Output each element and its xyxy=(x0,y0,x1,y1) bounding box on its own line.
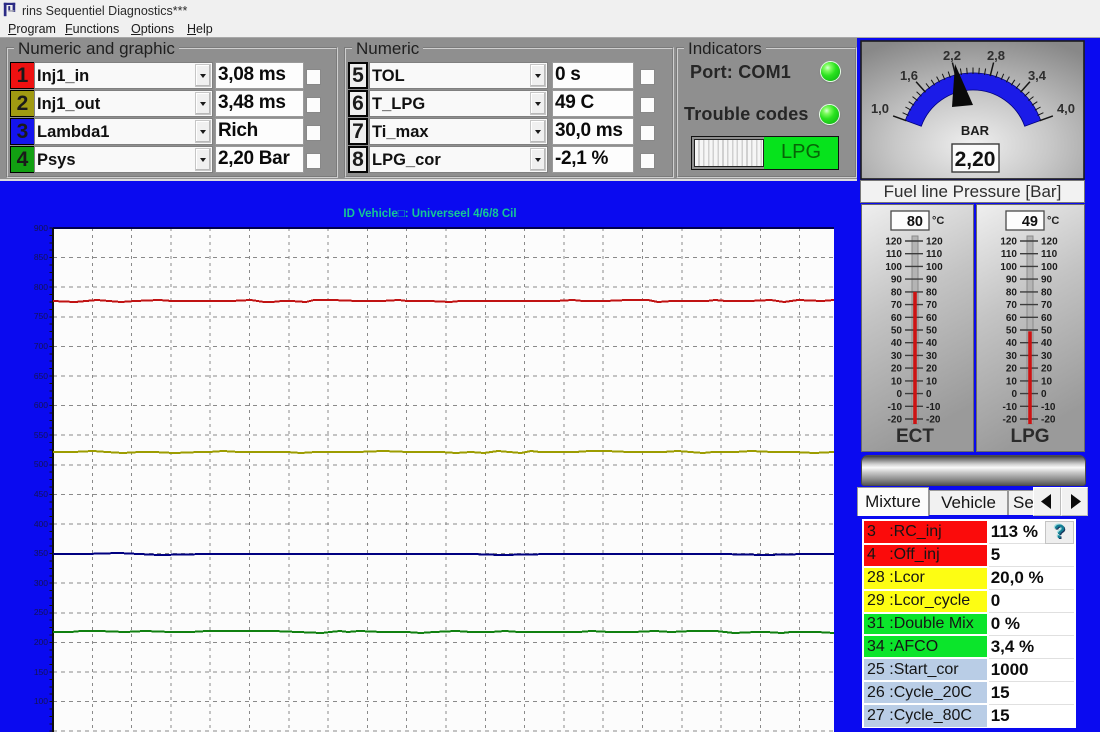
svg-text:0: 0 xyxy=(1041,389,1047,400)
svg-text:2,8: 2,8 xyxy=(987,48,1005,63)
svg-text:60: 60 xyxy=(1041,313,1053,324)
svg-text:30: 30 xyxy=(891,351,903,362)
svg-text:°C: °C xyxy=(1047,215,1059,227)
svg-text:4,0: 4,0 xyxy=(1057,101,1075,116)
svg-text:100: 100 xyxy=(1041,262,1058,273)
svg-text:2,20: 2,20 xyxy=(955,148,996,171)
svg-text:80: 80 xyxy=(891,287,903,298)
svg-text:40: 40 xyxy=(1006,338,1018,349)
svg-text:80: 80 xyxy=(1041,287,1053,298)
svg-text:100: 100 xyxy=(1000,262,1017,273)
svg-text:-10: -10 xyxy=(1041,402,1056,413)
svg-text:30: 30 xyxy=(1006,351,1018,362)
svg-text:20: 20 xyxy=(1006,364,1018,375)
svg-text:40: 40 xyxy=(891,338,903,349)
svg-text:110: 110 xyxy=(926,249,943,260)
svg-text:90: 90 xyxy=(891,275,903,286)
svg-text:90: 90 xyxy=(1041,275,1053,286)
svg-text:30: 30 xyxy=(1041,351,1053,362)
svg-text:50: 50 xyxy=(1006,326,1018,337)
svg-text:100: 100 xyxy=(885,262,902,273)
svg-text:LPG: LPG xyxy=(1010,426,1049,447)
svg-text:10: 10 xyxy=(1041,376,1053,387)
svg-text:BAR: BAR xyxy=(961,123,990,138)
svg-text:110: 110 xyxy=(1001,249,1018,260)
svg-text:ECT: ECT xyxy=(896,426,934,447)
svg-text:80: 80 xyxy=(926,287,938,298)
svg-text:60: 60 xyxy=(926,313,938,324)
svg-text:-10: -10 xyxy=(926,402,941,413)
svg-text:110: 110 xyxy=(886,249,903,260)
svg-text:60: 60 xyxy=(891,313,903,324)
svg-text:120: 120 xyxy=(1041,237,1058,248)
svg-text:20: 20 xyxy=(926,364,938,375)
svg-text:100: 100 xyxy=(926,262,943,273)
svg-text:20: 20 xyxy=(891,364,903,375)
svg-text:-10: -10 xyxy=(1003,402,1018,413)
svg-text:0: 0 xyxy=(896,389,902,400)
svg-text:120: 120 xyxy=(885,237,902,248)
svg-text:50: 50 xyxy=(926,326,938,337)
svg-text:90: 90 xyxy=(926,275,938,286)
svg-text:49: 49 xyxy=(1022,214,1038,230)
svg-text:40: 40 xyxy=(1041,338,1053,349)
svg-text:0: 0 xyxy=(926,389,932,400)
svg-text:3,4: 3,4 xyxy=(1028,68,1047,83)
svg-text:2,2: 2,2 xyxy=(943,48,961,63)
svg-text:0: 0 xyxy=(1011,389,1017,400)
svg-text:120: 120 xyxy=(926,237,943,248)
svg-text:°C: °C xyxy=(932,215,944,227)
svg-text:70: 70 xyxy=(1041,300,1053,311)
svg-text:-20: -20 xyxy=(926,415,941,426)
svg-text:30: 30 xyxy=(926,351,938,362)
svg-text:70: 70 xyxy=(1006,300,1018,311)
svg-text:10: 10 xyxy=(926,376,938,387)
svg-text:-20: -20 xyxy=(1041,415,1056,426)
svg-text:80: 80 xyxy=(1006,287,1018,298)
svg-text:-10: -10 xyxy=(888,402,903,413)
svg-text:120: 120 xyxy=(1000,237,1017,248)
svg-text:50: 50 xyxy=(891,326,903,337)
svg-text:-20: -20 xyxy=(888,415,903,426)
svg-text:1,0: 1,0 xyxy=(871,101,889,116)
svg-text:80: 80 xyxy=(907,214,923,230)
svg-text:50: 50 xyxy=(1041,326,1053,337)
svg-text:70: 70 xyxy=(926,300,938,311)
svg-text:10: 10 xyxy=(891,376,903,387)
svg-text:1,6: 1,6 xyxy=(900,68,918,83)
svg-text:60: 60 xyxy=(1006,313,1018,324)
svg-text:10: 10 xyxy=(1006,376,1018,387)
svg-text:110: 110 xyxy=(1041,249,1058,260)
svg-text:-20: -20 xyxy=(1003,415,1018,426)
svg-text:90: 90 xyxy=(1006,275,1018,286)
svg-text:70: 70 xyxy=(891,300,903,311)
svg-text:40: 40 xyxy=(926,338,938,349)
svg-text:20: 20 xyxy=(1041,364,1053,375)
